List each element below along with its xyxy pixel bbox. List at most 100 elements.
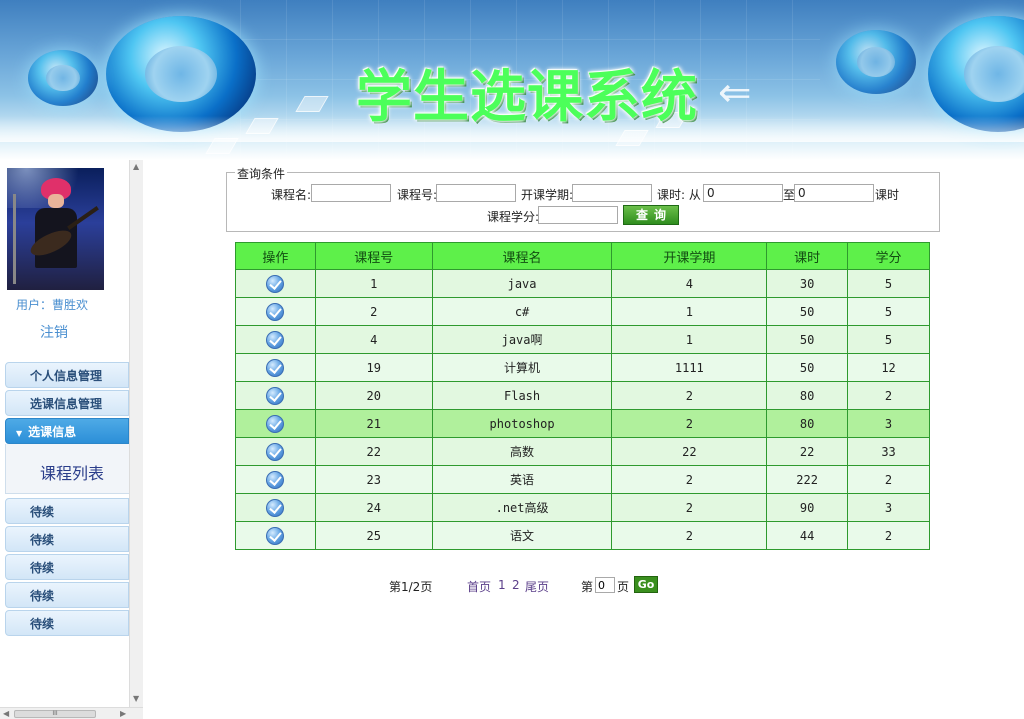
page-1-link[interactable]: 1 (498, 578, 506, 592)
credit-input[interactable] (538, 206, 618, 224)
col-header-credit: 学分 (847, 242, 930, 270)
action-cell (235, 465, 316, 494)
jump-page-input[interactable] (595, 577, 615, 593)
select-check-icon[interactable] (266, 442, 285, 461)
table-row[interactable]: 25 语文 2 44 2 (235, 521, 930, 550)
table-row[interactable]: 19 计算机 1111 50 12 (235, 353, 930, 382)
course-name-cell: 语文 (431, 521, 613, 550)
select-check-icon[interactable] (266, 386, 285, 405)
sidebar: 用户：曹胜欢 注销 个人信息管理 选课信息管理 ▼ 选课信息 课程列表 待续 待续… (0, 160, 143, 719)
course-no-cell: 4 (314, 325, 433, 354)
query-legend: 查询条件 (235, 165, 288, 182)
scrollbar-thumb[interactable]: III (14, 710, 96, 718)
credit-cell: 5 (847, 325, 930, 354)
table-row[interactable]: 22 高数 22 22 33 (235, 437, 930, 466)
menu-item-course-selection-info[interactable]: ▼ 选课信息 (5, 418, 129, 444)
term-cell: 1 (611, 325, 768, 354)
first-page-link[interactable]: 首页 (467, 578, 491, 595)
credit-cell: 5 (847, 269, 930, 298)
course-name-input[interactable] (311, 184, 391, 202)
col-header-hours: 课时 (766, 242, 849, 270)
select-check-icon[interactable] (266, 414, 285, 433)
action-cell (235, 269, 316, 298)
banner-logo-ring-left (106, 16, 256, 132)
menu-item-todo-3[interactable]: 待续 (5, 554, 129, 580)
menu-item-personal-info[interactable]: 个人信息管理 (5, 362, 129, 388)
scroll-left-icon[interactable]: ◀ (3, 709, 9, 718)
scroll-down-icon[interactable]: ▼ (133, 694, 139, 703)
table-row[interactable]: 4 java啊 1 50 5 (235, 325, 930, 354)
select-check-icon[interactable] (266, 470, 285, 489)
select-check-icon[interactable] (266, 498, 285, 517)
logout-link[interactable]: 注销 (40, 322, 68, 342)
select-check-icon[interactable] (266, 358, 285, 377)
page-2-link[interactable]: 2 (512, 578, 520, 592)
credit-cell: 2 (847, 465, 930, 494)
menu-item-todo-1[interactable]: 待续 (5, 498, 129, 524)
submenu-panel: 课程列表 (5, 444, 129, 494)
action-cell (235, 353, 316, 382)
course-no-label: 课程号: (397, 188, 438, 202)
table-row[interactable]: 24 .net高级 2 90 3 (235, 493, 930, 522)
hours-cell: 22 (766, 437, 849, 466)
banner-logo-ring-small (836, 30, 916, 94)
submenu-course-list-link[interactable]: 课程列表 (40, 460, 104, 484)
hours-from-input[interactable] (703, 184, 783, 202)
action-cell (235, 493, 316, 522)
term-input[interactable] (572, 184, 652, 202)
course-name-cell: java (431, 269, 613, 298)
course-name-cell: .net高级 (431, 493, 613, 522)
hours-to-input[interactable] (794, 184, 874, 202)
search-button[interactable]: 查询 (623, 205, 679, 225)
horizontal-scrollbar[interactable]: ◀ III ▶ (0, 707, 143, 719)
select-check-icon[interactable] (266, 330, 285, 349)
select-check-icon[interactable] (266, 302, 285, 321)
course-no-cell: 24 (314, 493, 433, 522)
last-page-link[interactable]: 尾页 (525, 578, 549, 595)
table-header-row: 操作 课程号 课程名 开课学期 课时 学分 (235, 242, 930, 270)
table-row[interactable]: 1 java 4 30 5 (235, 269, 930, 298)
term-cell: 2 (611, 381, 768, 410)
menu-item-course-selection-manage[interactable]: 选课信息管理 (5, 390, 129, 416)
term-cell: 4 (611, 269, 768, 298)
scroll-up-icon[interactable]: ▲ (133, 162, 139, 171)
action-cell (235, 325, 316, 354)
hours-unit-label: 课时 (875, 188, 900, 202)
course-no-cell: 1 (314, 269, 433, 298)
action-cell (235, 297, 316, 326)
select-check-icon[interactable] (266, 274, 285, 293)
course-name-cell: java啊 (431, 325, 613, 354)
course-no-cell: 23 (314, 465, 433, 494)
vertical-scrollbar[interactable]: ▲ ▼ (129, 160, 143, 708)
term-cell: 2 (611, 409, 768, 438)
menu-item-todo-5[interactable]: 待续 (5, 610, 129, 636)
pagination: 第1/2页 首页 1 2 尾页 第 页 Go (143, 576, 1024, 598)
credit-cell: 12 (847, 353, 930, 382)
col-header-course-no: 课程号 (314, 242, 433, 270)
term-cell: 2 (611, 465, 768, 494)
course-no-cell: 2 (314, 297, 433, 326)
user-label: 用户：曹胜欢 (16, 298, 89, 312)
course-name-cell: 高数 (431, 437, 613, 466)
course-name-cell: photoshop (431, 409, 613, 438)
table-row[interactable]: 21 photoshop 2 80 3 (235, 409, 930, 438)
table-row[interactable]: 23 英语 2 222 2 (235, 465, 930, 494)
course-table: 操作 课程号 课程名 开课学期 课时 学分 1 java 4 30 5 2 c# 1 50 5 4 j… (235, 242, 930, 550)
table-row[interactable]: 2 c# 1 50 5 (235, 297, 930, 326)
scroll-right-icon[interactable]: ▶ (120, 709, 126, 718)
menu-item-todo-4[interactable]: 待续 (5, 582, 129, 608)
term-cell: 1 (611, 297, 768, 326)
select-check-icon[interactable] (266, 526, 285, 545)
menu-item-todo-2[interactable]: 待续 (5, 526, 129, 552)
course-no-input[interactable] (436, 184, 516, 202)
hours-cell: 50 (766, 297, 849, 326)
credit-cell: 2 (847, 381, 930, 410)
go-button[interactable]: Go (634, 576, 658, 593)
menu-item-label: 选课信息 (28, 425, 77, 439)
term-cell: 1111 (611, 353, 768, 382)
banner-logo-ring-right (928, 16, 1024, 132)
table-row[interactable]: 20 Flash 2 80 2 (235, 381, 930, 410)
hours-cell: 80 (766, 381, 849, 410)
jump-prefix: 第 (581, 580, 594, 594)
system-title: 学生选课系统 (356, 65, 698, 130)
